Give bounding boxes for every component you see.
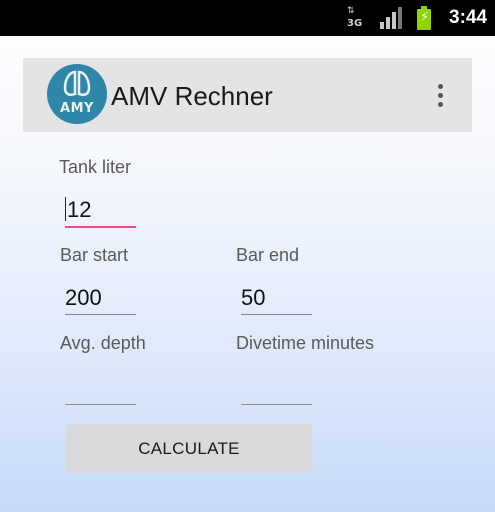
- calculate-button[interactable]: CALCULATE: [66, 424, 312, 473]
- bar-start-input[interactable]: 200: [65, 284, 136, 315]
- status-clock: 3:44: [449, 7, 488, 28]
- avg-depth-label: Avg. depth: [60, 333, 146, 353]
- bar-end-input[interactable]: 50: [241, 284, 312, 315]
- lungs-icon: [63, 70, 91, 96]
- app-title: AMV Rechner: [111, 81, 273, 111]
- tank-liter-value: 12: [67, 197, 92, 222]
- logo-text: AMY: [60, 101, 94, 116]
- status-bar: ⇅ 3G ⚡ 3:44: [0, 0, 495, 36]
- signal-strength-icon: [380, 7, 402, 29]
- bar-start-label: Bar start: [60, 245, 129, 265]
- tank-liter-input[interactable]: 12: [65, 196, 136, 228]
- more-vert-icon[interactable]: [435, 82, 445, 110]
- app-logo[interactable]: AMY: [47, 64, 107, 124]
- mobile-data-icon: ⇅ 3G: [347, 6, 363, 30]
- divetime-label: Divetime minutes: [236, 333, 375, 353]
- battery-charging-icon: ⚡: [417, 6, 431, 30]
- text-cursor: [65, 197, 66, 221]
- action-bar: AMY AMV Rechner: [23, 58, 472, 132]
- bar-end-label: Bar end: [236, 245, 300, 265]
- divetime-input[interactable]: [241, 374, 312, 405]
- bar-start-value: 200: [65, 285, 102, 310]
- tank-liter-label: Tank liter: [59, 157, 132, 177]
- avg-depth-input[interactable]: [65, 374, 136, 405]
- bar-end-value: 50: [241, 285, 266, 310]
